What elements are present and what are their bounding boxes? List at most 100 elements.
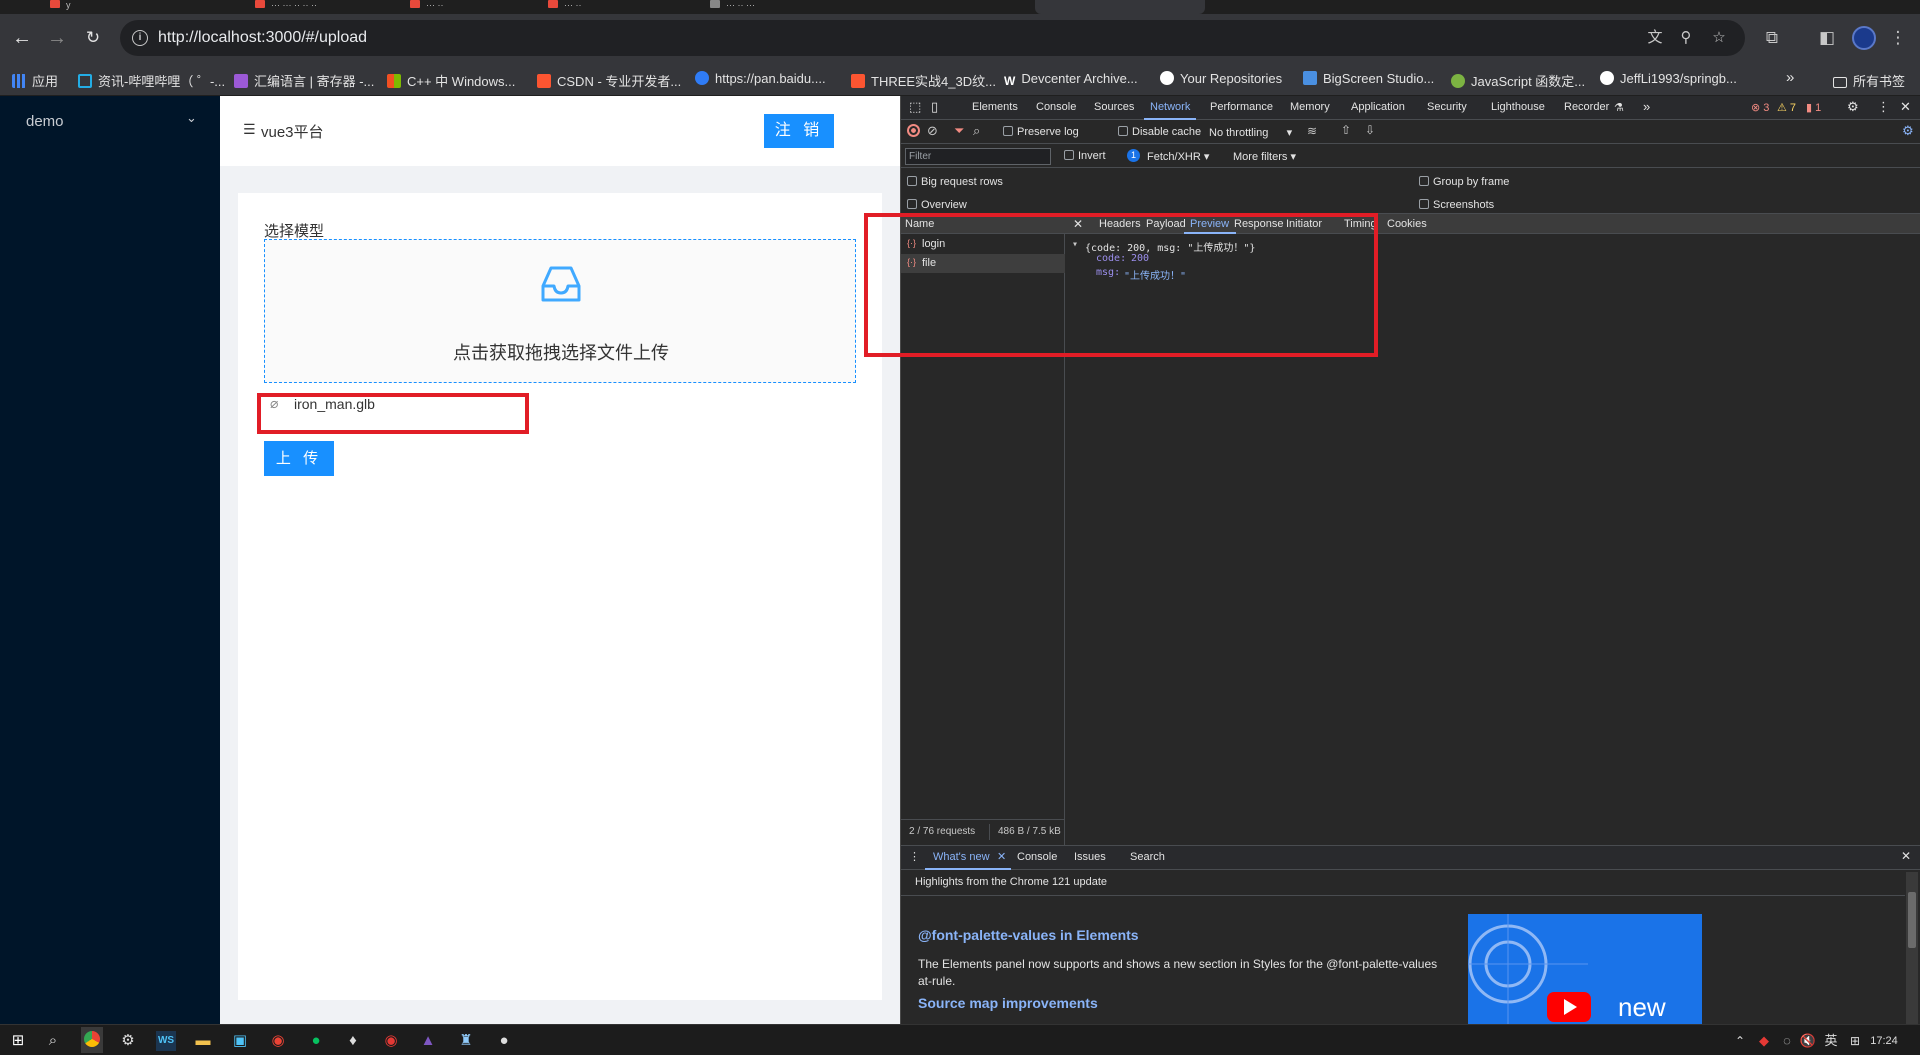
back-arrow-icon[interactable]: ← bbox=[10, 26, 34, 50]
wechat-icon[interactable]: ● bbox=[306, 1031, 326, 1051]
tray-expand-icon[interactable]: ⌃ bbox=[1730, 1031, 1750, 1051]
upload-dropzone[interactable]: 点击获取拖拽选择文件上传 bbox=[264, 239, 856, 383]
speaker-muted-icon[interactable]: 🔇 bbox=[1798, 1031, 1818, 1051]
bookmark-item[interactable]: https://pan.baidu.... bbox=[695, 71, 826, 87]
menu-fold-icon[interactable]: ☰ bbox=[243, 121, 256, 138]
group-by-frame-checkbox[interactable]: Group by frame bbox=[1419, 176, 1509, 188]
bookmark-item[interactable]: Your Repositories bbox=[1160, 71, 1282, 87]
bookmark-item[interactable]: THREE实战4_3D纹... bbox=[851, 71, 996, 89]
browser-menu-icon[interactable]: ⋮ bbox=[1886, 26, 1910, 50]
app-icon[interactable]: ♜ bbox=[456, 1031, 476, 1051]
translate-icon[interactable]: 文 bbox=[1646, 29, 1664, 47]
browser-tab[interactable]: ··· ·· ··· bbox=[710, 0, 840, 12]
devtools-menu-icon[interactable]: ⋮ bbox=[1877, 99, 1890, 115]
chevron-down-icon[interactable]: ⌄ bbox=[186, 110, 197, 126]
issue-count-badge[interactable]: ▮ 1 bbox=[1806, 101, 1821, 114]
app-icon[interactable]: ▲ bbox=[418, 1031, 438, 1051]
more-tabs-icon[interactable]: » bbox=[1643, 99, 1650, 114]
drawer-tab-issues[interactable]: Issues bbox=[1074, 851, 1106, 863]
tab-security[interactable]: Security bbox=[1427, 101, 1467, 113]
bookmark-item[interactable]: BigScreen Studio... bbox=[1303, 71, 1434, 87]
chrome-app-icon[interactable]: ◉ bbox=[268, 1031, 288, 1051]
webstorm-icon[interactable]: WS bbox=[156, 1031, 176, 1051]
bookmark-item[interactable]: JeffLi1993/springb... bbox=[1600, 71, 1737, 87]
forward-arrow-icon[interactable]: → bbox=[45, 26, 69, 50]
netease-music-icon[interactable]: ◉ bbox=[381, 1031, 401, 1051]
tab-network[interactable]: Network bbox=[1143, 101, 1197, 120]
detail-tab-cookies[interactable]: Cookies bbox=[1387, 218, 1427, 230]
bookmark-item[interactable]: 资讯-哔哩哔哩（ ゜-... bbox=[78, 71, 225, 89]
tab-performance[interactable]: Performance bbox=[1210, 101, 1273, 113]
fetch-xhr-filter[interactable]: Fetch/XHR ▾ bbox=[1147, 150, 1209, 163]
search-icon[interactable]: ⌕ bbox=[973, 123, 980, 139]
bookmarks-overflow-icon[interactable]: » bbox=[1786, 69, 1794, 86]
network-settings-gear-icon[interactable]: ⚙ bbox=[1902, 123, 1914, 139]
network-conditions-icon[interactable]: ≋ bbox=[1307, 124, 1317, 138]
invert-checkbox[interactable]: Invert bbox=[1064, 150, 1106, 162]
tab-lighthouse[interactable]: Lighthouse bbox=[1491, 101, 1545, 113]
side-panel-icon[interactable]: ◧ bbox=[1815, 26, 1839, 50]
clock[interactable]: 17:24 bbox=[1864, 1031, 1904, 1051]
browser-tab[interactable]: y bbox=[50, 0, 170, 12]
reload-icon[interactable]: ↻ bbox=[81, 26, 105, 50]
tab-elements[interactable]: Elements bbox=[972, 101, 1018, 113]
browser-tab[interactable]: ··· ··· ·· ·· ·· bbox=[255, 0, 375, 12]
record-icon[interactable] bbox=[907, 124, 920, 137]
close-drawer-icon[interactable]: ✕ bbox=[1901, 849, 1911, 863]
upload-button[interactable]: 上 传 bbox=[264, 441, 334, 476]
close-icon[interactable]: ✕ bbox=[1900, 99, 1911, 115]
overview-checkbox[interactable]: Overview bbox=[907, 199, 967, 211]
file-explorer-icon[interactable]: ▬ bbox=[193, 1031, 213, 1051]
throttling-select[interactable]: No throttling ▾ bbox=[1209, 126, 1292, 139]
logout-button[interactable]: 注 销 bbox=[764, 114, 834, 148]
site-info-icon[interactable]: i bbox=[132, 30, 148, 46]
tab-console[interactable]: Console bbox=[1036, 101, 1076, 113]
bookmark-item[interactable]: JavaScript 函数定... bbox=[1451, 71, 1585, 89]
active-tab[interactable] bbox=[1035, 0, 1205, 14]
settings-gear-icon[interactable]: ⚙ bbox=[1847, 99, 1859, 115]
chat-bubble-icon[interactable]: ● bbox=[494, 1031, 514, 1051]
close-icon[interactable]: ✕ bbox=[997, 850, 1006, 863]
disable-cache-checkbox[interactable]: Disable cache bbox=[1118, 126, 1201, 138]
warning-count-badge[interactable]: ⚠ 7 bbox=[1777, 101, 1796, 114]
bookmark-item[interactable]: C++ 中 Windows... bbox=[387, 71, 515, 89]
bookmark-item[interactable]: W Devcenter Archive... bbox=[1004, 71, 1138, 88]
scrollbar-thumb[interactable] bbox=[1908, 892, 1916, 948]
tray-app-icon[interactable]: ◌ bbox=[1777, 1031, 1797, 1051]
whats-new-feature-link[interactable]: Source map improvements bbox=[918, 995, 1098, 1011]
drawer-tab-console[interactable]: Console bbox=[1017, 851, 1057, 863]
drawer-tab-whats-new[interactable]: What's new bbox=[933, 851, 990, 863]
inspect-element-icon[interactable]: ⬚ bbox=[909, 99, 921, 115]
sidebar-item-demo[interactable]: demo bbox=[26, 113, 64, 130]
windows-start-icon[interactable]: ⊞ bbox=[8, 1031, 28, 1051]
device-toolbar-icon[interactable]: ▯ bbox=[931, 99, 938, 115]
whats-new-video-thumbnail[interactable]: new bbox=[1468, 914, 1702, 1025]
bookmark-item[interactable]: CSDN - 专业开发者... bbox=[537, 71, 681, 89]
bookmark-star-icon[interactable]: ☆ bbox=[1710, 29, 1728, 47]
url-text[interactable]: http://localhost:3000/#/upload bbox=[158, 29, 367, 47]
browser-tab[interactable]: ··· ·· bbox=[410, 0, 530, 12]
whats-new-feature-link[interactable]: @font-palette-values in Elements bbox=[918, 927, 1139, 943]
drawer-tab-search[interactable]: Search bbox=[1130, 851, 1165, 863]
profile-avatar[interactable] bbox=[1852, 26, 1876, 50]
import-har-icon[interactable]: ⇧ bbox=[1341, 123, 1351, 137]
search-icon[interactable]: ⌕ bbox=[43, 1031, 63, 1051]
tray-app-icon[interactable]: ◆ bbox=[1754, 1031, 1774, 1051]
export-har-icon[interactable]: ⇩ bbox=[1365, 123, 1375, 137]
drawer-menu-icon[interactable]: ⋮ bbox=[909, 850, 920, 863]
filter-input[interactable]: Filter bbox=[905, 148, 1051, 165]
zoom-icon[interactable]: ⚲ bbox=[1677, 29, 1695, 47]
tab-recorder[interactable]: Recorder bbox=[1564, 101, 1609, 113]
all-bookmarks[interactable]: 所有书签 bbox=[1833, 71, 1905, 89]
chrome-taskbar-icon[interactable] bbox=[81, 1027, 103, 1053]
tab-sources[interactable]: Sources bbox=[1094, 101, 1134, 113]
qq-icon[interactable]: ♦ bbox=[343, 1031, 363, 1051]
tab-memory[interactable]: Memory bbox=[1290, 101, 1330, 113]
clear-icon[interactable]: ⊘ bbox=[927, 123, 938, 139]
error-count-badge[interactable]: ⊗ 3 bbox=[1751, 101, 1769, 114]
bookmark-apps[interactable]: 应用 bbox=[12, 71, 58, 89]
screenshots-checkbox[interactable]: Screenshots bbox=[1419, 199, 1494, 211]
preserve-log-checkbox[interactable]: Preserve log bbox=[1003, 126, 1079, 138]
extensions-icon[interactable]: ⧉ bbox=[1760, 26, 1784, 50]
browser-tab[interactable]: ··· ·· bbox=[548, 0, 668, 12]
